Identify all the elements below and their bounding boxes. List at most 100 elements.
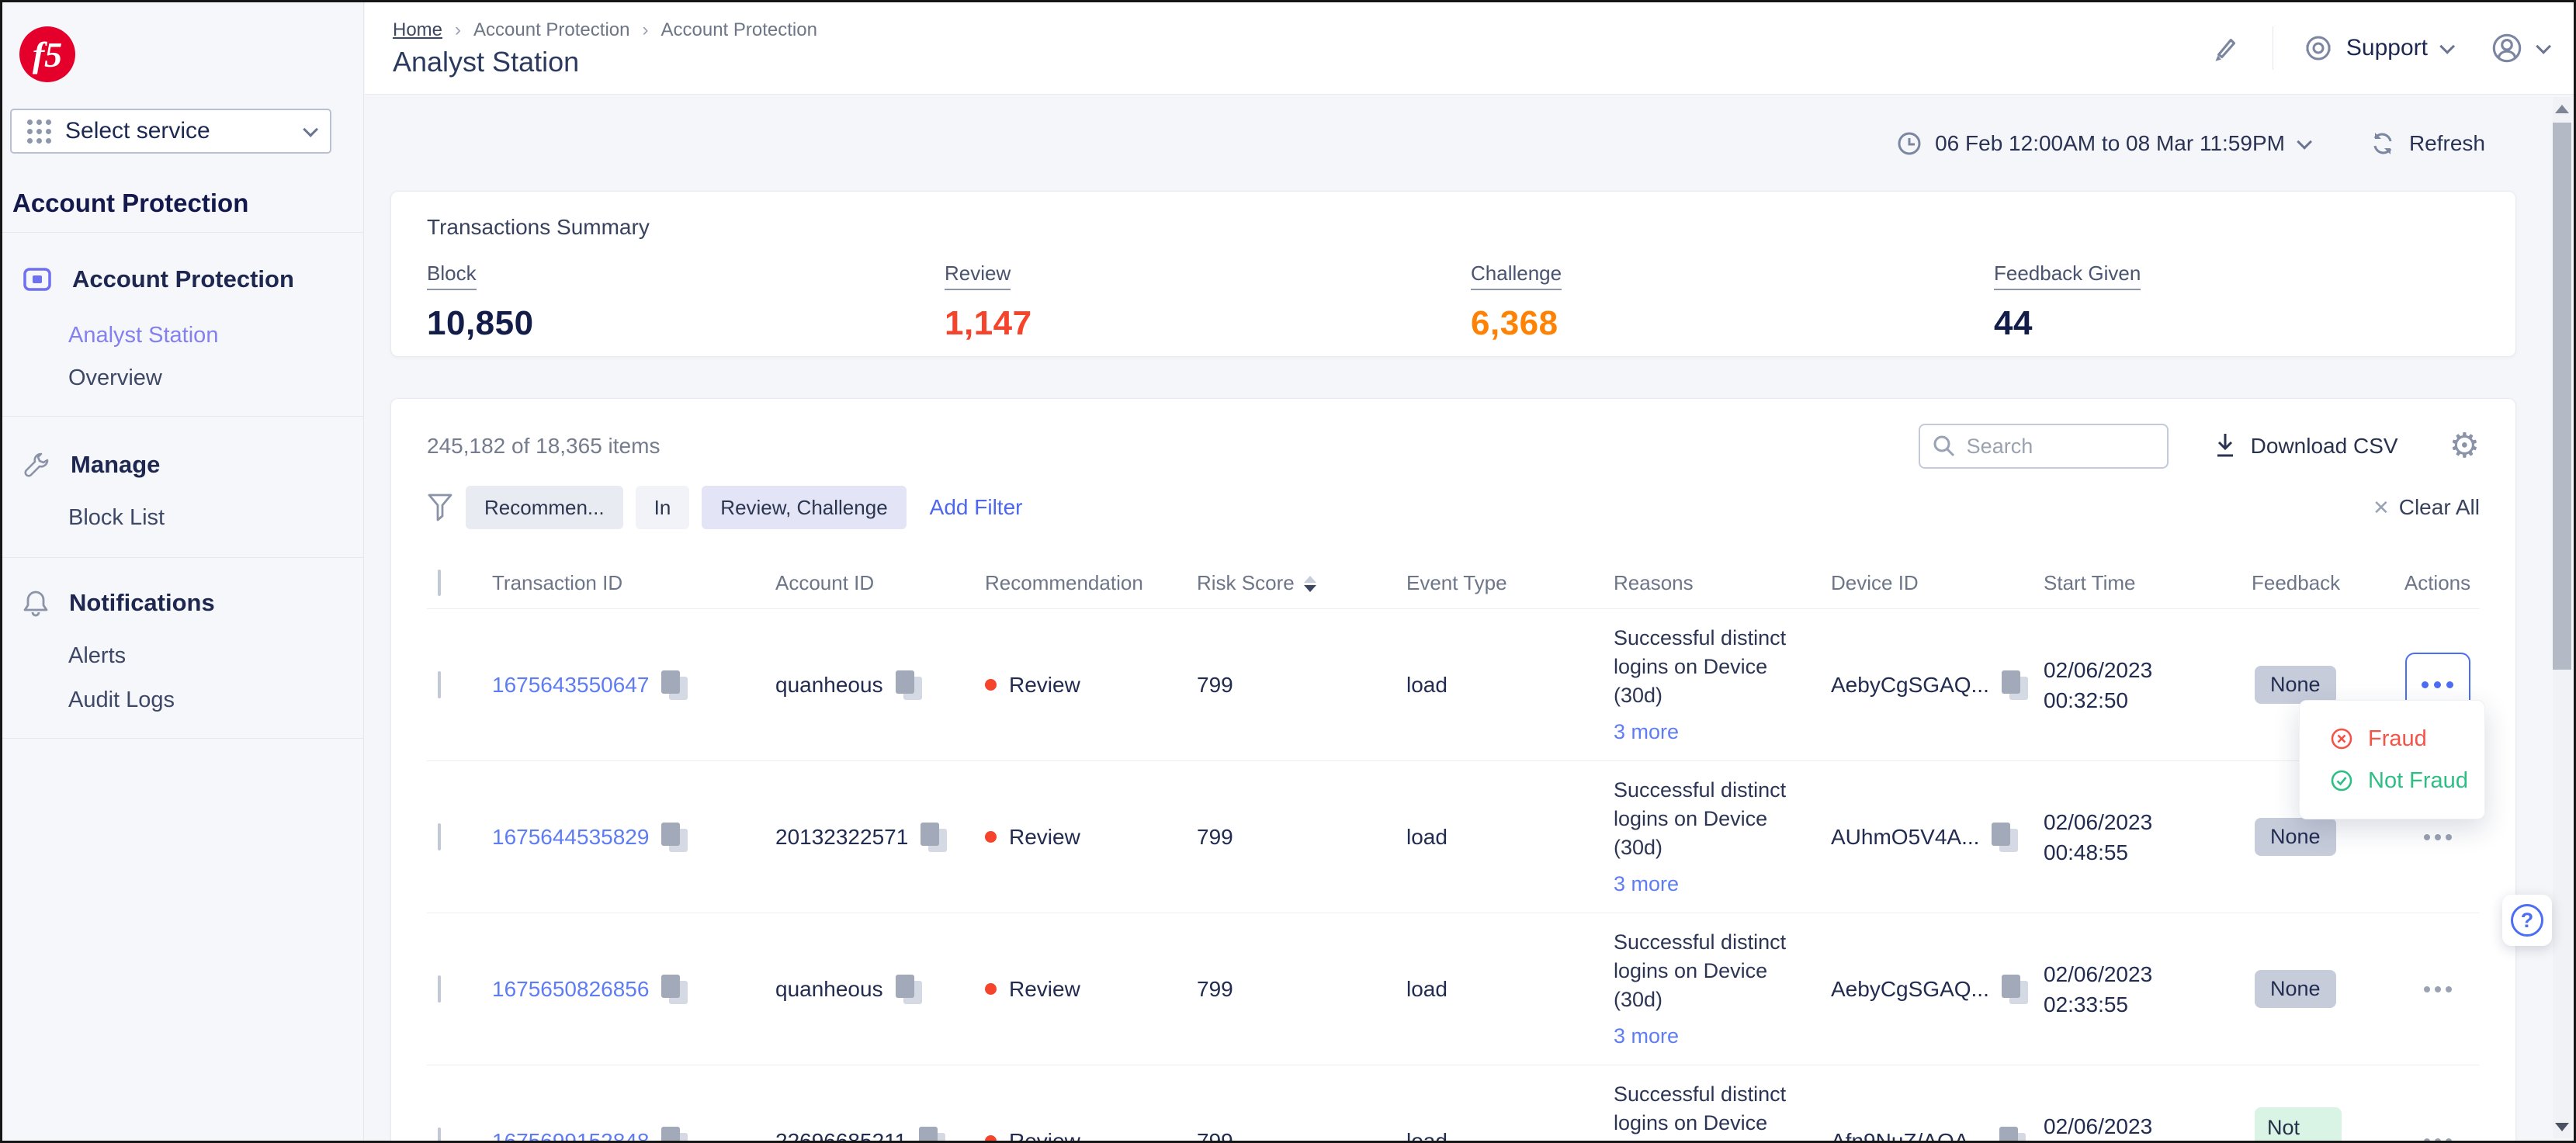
sidebar-item-analyst-station[interactable]: Analyst Station <box>68 323 218 348</box>
sidebar-group-label: Account Protection <box>72 265 294 293</box>
user-menu[interactable] <box>2488 29 2547 67</box>
device-id: AebyCgSGAQ... <box>1831 977 1989 1002</box>
menu-item-fraud[interactable]: Fraud <box>2300 718 2484 760</box>
transaction-id-link[interactable]: 1675644535829 <box>492 825 649 850</box>
search-input[interactable] <box>1967 435 2145 459</box>
row-checkbox[interactable] <box>438 1127 441 1141</box>
filter-value-chip[interactable]: Review, Challenge <box>702 486 906 529</box>
search-icon <box>1931 433 1957 459</box>
add-filter-link[interactable]: Add Filter <box>930 495 1023 520</box>
pencil-icon[interactable] <box>2207 30 2243 66</box>
sidebar-group-manage[interactable]: Manage <box>23 451 160 479</box>
search-box[interactable] <box>1919 424 2169 469</box>
sidebar-item-alerts[interactable]: Alerts <box>68 643 126 669</box>
select-all-checkbox[interactable] <box>438 570 441 596</box>
column-header-start-time: Start Time <box>2044 571 2252 595</box>
scrollbar-thumb[interactable] <box>2553 123 2571 670</box>
account-id: 22696685211 <box>775 1129 907 1141</box>
metric-label-feedback-given[interactable]: Feedback Given <box>1994 262 2141 290</box>
sidebar: f5 Select service Account Protection Acc… <box>2 2 364 1141</box>
download-csv-label: Download CSV <box>2251 434 2398 459</box>
transaction-id-link[interactable]: 1675643550647 <box>492 673 649 698</box>
f5-logo: f5 <box>19 26 75 82</box>
help-button[interactable]: ? <box>2502 895 2552 946</box>
copy-icon[interactable] <box>661 975 688 1004</box>
breadcrumb: Home Account Protection Account Protecti… <box>393 19 817 41</box>
menu-item-not-fraud[interactable]: Not Fraud <box>2300 760 2484 802</box>
column-header-account-id: Account ID <box>775 571 985 595</box>
download-csv-button[interactable]: Download CSV <box>2212 431 2398 462</box>
row-actions-button[interactable] <box>2424 986 2452 992</box>
metric-value-challenge: 6,368 <box>1471 304 1994 343</box>
recommendation: Review <box>1009 673 1080 698</box>
support-menu[interactable]: Support <box>2303 33 2451 64</box>
service-picker-dropdown[interactable]: Select service <box>10 109 331 154</box>
clock-icon <box>1896 130 1922 157</box>
risk-score: 799 <box>1197 977 1406 1002</box>
metric-value-review: 1,147 <box>945 304 1471 343</box>
breadcrumb-separator-icon <box>642 19 648 41</box>
account-id: quanheous <box>775 977 883 1002</box>
scrollbar-up-arrow-icon[interactable] <box>2555 105 2569 113</box>
copy-icon[interactable] <box>896 670 922 700</box>
transaction-id-link[interactable]: 1675699152848 <box>492 1129 649 1141</box>
metric-label-review[interactable]: Review <box>945 262 1011 290</box>
copy-icon[interactable] <box>1992 823 2018 852</box>
event-type: load <box>1406 977 1614 1002</box>
refresh-label: Refresh <box>2409 131 2485 156</box>
more-reasons-link[interactable]: 3 more <box>1614 718 1818 746</box>
support-label: Support <box>2346 35 2428 61</box>
row-actions-button[interactable] <box>2424 1138 2452 1141</box>
gear-icon[interactable]: ⚙ <box>2449 429 2480 463</box>
column-header-transaction-id: Transaction ID <box>492 571 775 595</box>
refresh-button[interactable]: Refresh <box>2369 130 2485 158</box>
divider <box>2 232 363 233</box>
copy-icon[interactable] <box>661 1127 688 1141</box>
copy-icon[interactable] <box>661 823 688 852</box>
sort-icon[interactable] <box>1304 576 1316 592</box>
sidebar-item-block-list[interactable]: Block List <box>68 505 165 531</box>
row-actions-button[interactable] <box>2424 834 2452 840</box>
scrollbar-down-arrow-icon[interactable] <box>2555 1123 2569 1131</box>
bell-icon <box>23 589 49 617</box>
table-header-row: Transaction ID Account ID Recommendation… <box>427 557 2480 608</box>
content-toolbar: 06 Feb 12:00AM to 08 Mar 11:59PM Refresh <box>390 95 2516 191</box>
more-reasons-link[interactable]: 3 more <box>1614 1022 1818 1051</box>
copy-icon[interactable] <box>661 670 688 700</box>
filter-field-chip[interactable]: Recommen... <box>466 486 623 529</box>
copy-icon[interactable] <box>896 975 922 1004</box>
reasons: Successful distinct logins on Device (30… <box>1614 776 1831 899</box>
more-reasons-link[interactable]: 3 more <box>1614 870 1818 899</box>
copy-icon[interactable] <box>920 823 947 852</box>
feedback-badge: Not Fraud <box>2255 1107 2342 1141</box>
sidebar-item-audit-logs[interactable]: Audit Logs <box>68 688 175 713</box>
breadcrumb-item[interactable]: Account Protection <box>473 19 629 41</box>
review-dot-icon <box>985 831 997 843</box>
column-header-actions: Actions <box>2395 571 2480 595</box>
copy-icon[interactable] <box>2002 975 2028 1004</box>
copy-icon[interactable] <box>919 1127 945 1141</box>
event-type: load <box>1406 1129 1614 1141</box>
clear-all-label: Clear All <box>2399 495 2480 520</box>
date-range-label: 06 Feb 12:00AM to 08 Mar 11:59PM <box>1935 131 2285 156</box>
filter-operator-chip[interactable]: In <box>636 486 690 529</box>
breadcrumb-separator-icon <box>455 19 461 41</box>
metric-label-challenge[interactable]: Challenge <box>1471 262 1562 290</box>
feedback-badge: None <box>2255 666 2336 704</box>
sidebar-item-overview[interactable]: Overview <box>68 365 162 391</box>
row-checkbox[interactable] <box>438 671 441 698</box>
date-range-picker[interactable]: 06 Feb 12:00AM to 08 Mar 11:59PM <box>1896 130 2308 157</box>
sidebar-group-account-protection[interactable]: Account Protection <box>23 265 294 293</box>
row-checkbox[interactable] <box>438 823 441 850</box>
sidebar-group-notifications[interactable]: Notifications <box>23 589 215 617</box>
clear-all-button[interactable]: Clear All <box>2373 495 2480 520</box>
row-checkbox[interactable] <box>438 975 441 1003</box>
copy-icon[interactable] <box>1999 1127 2026 1141</box>
reasons: Successful distinct logins on Device (30… <box>1614 928 1831 1051</box>
circle-check-icon <box>2329 768 2354 793</box>
transaction-id-link[interactable]: 1675650826856 <box>492 977 649 1002</box>
breadcrumb-home[interactable]: Home <box>393 19 442 41</box>
copy-icon[interactable] <box>2002 670 2028 700</box>
metric-label-block[interactable]: Block <box>427 262 477 290</box>
review-dot-icon <box>985 679 997 691</box>
